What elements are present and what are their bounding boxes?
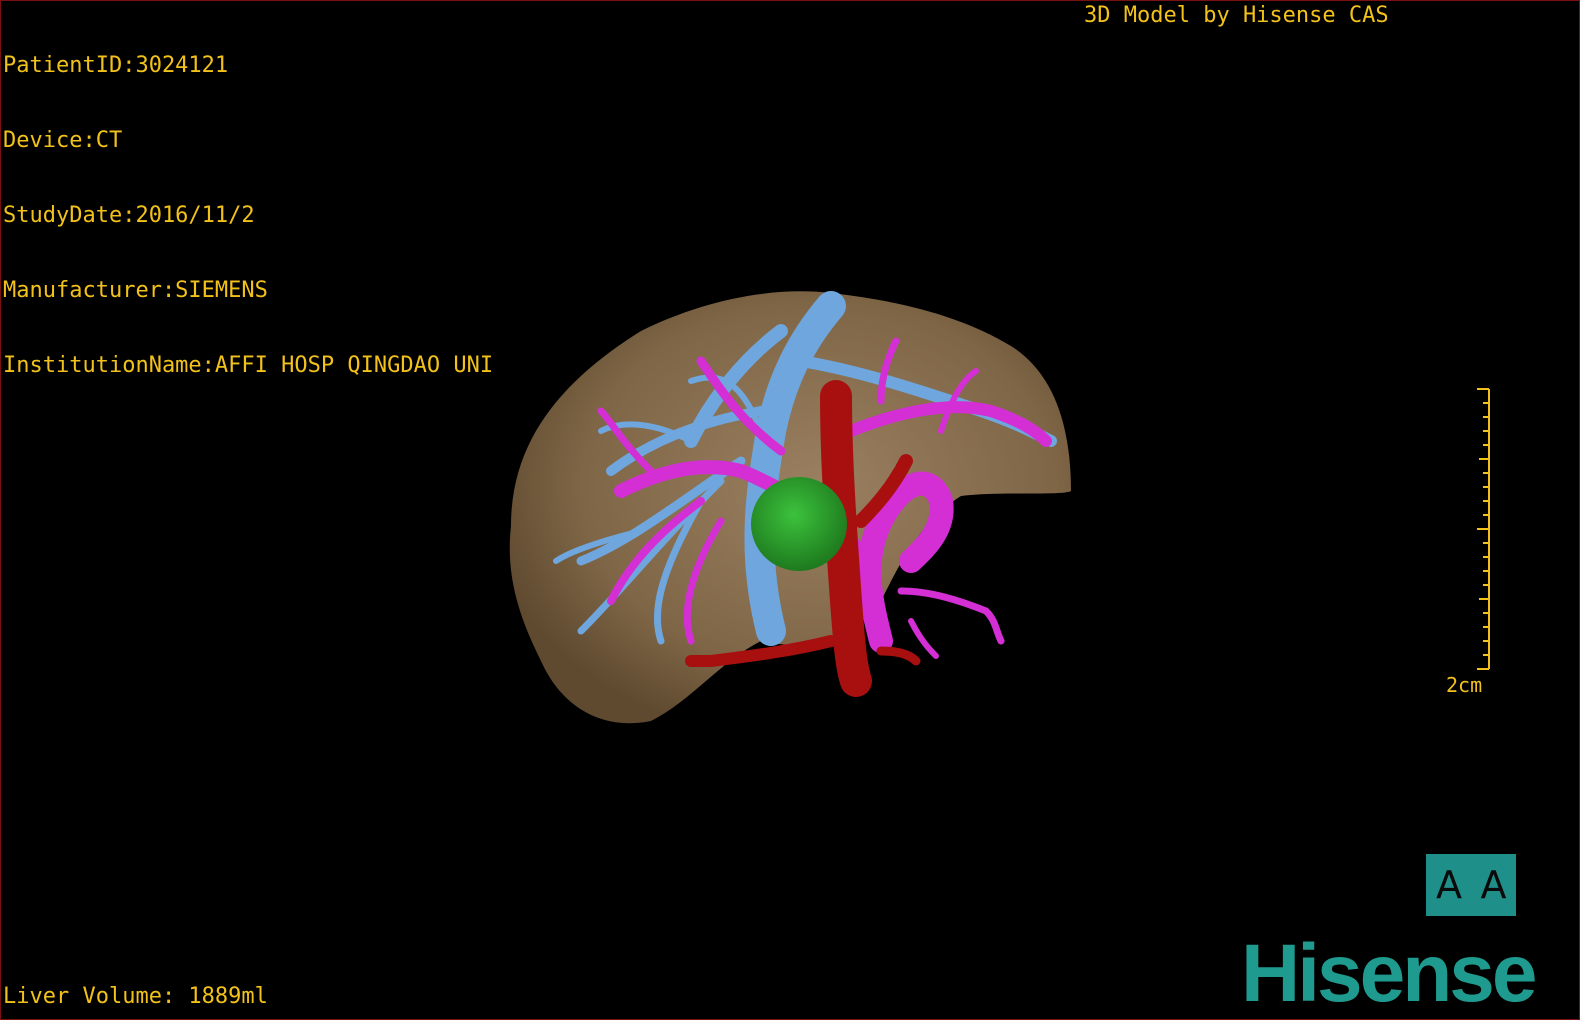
- study-date: StudyDate:2016/11/2: [3, 203, 255, 228]
- hisense-logo: Hisense: [1241, 933, 1538, 1013]
- 3d-viewport[interactable]: PatientID:3024121 Device:CT StudyDate:20…: [0, 0, 1580, 1020]
- device: Device:CT: [3, 128, 123, 153]
- scale-bar: [1477, 388, 1490, 670]
- orientation-right-glyph: A: [1480, 863, 1507, 907]
- liver-volume: Liver Volume: 1889ml: [3, 984, 268, 1009]
- orientation-cube[interactable]: A A: [1426, 854, 1516, 916]
- model-credit: 3D Model by Hisense CAS: [1084, 3, 1389, 28]
- patient-id: PatientID:3024121: [3, 53, 229, 78]
- institution-name: InstitutionName:AFFI HOSP QINGDAO UNI: [3, 353, 494, 378]
- orientation-left-glyph: A: [1435, 863, 1462, 907]
- study-metadata: PatientID:3024121 Device:CT StudyDate:20…: [3, 3, 493, 428]
- brand-text: Hisense: [1241, 933, 1535, 1013]
- tumor-lesion[interactable]: [751, 477, 847, 571]
- manufacturer: Manufacturer:SIEMENS: [3, 278, 268, 303]
- scale-label: 2cm: [1446, 673, 1483, 697]
